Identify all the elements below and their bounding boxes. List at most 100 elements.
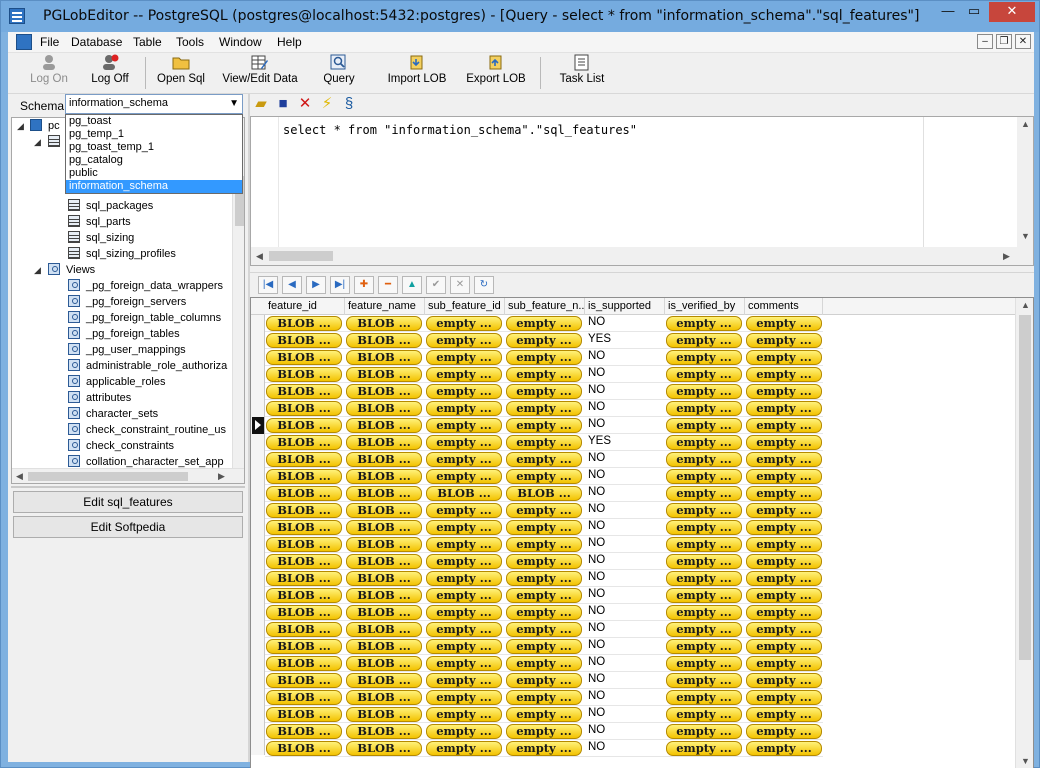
table-cell[interactable]: empty ... (505, 383, 585, 400)
table-row[interactable]: BLOB ... BLOB ... empty ... empty ... NO empt… (265, 706, 823, 723)
table-cell[interactable]: empty ... (665, 349, 745, 366)
schema-option-selected[interactable]: information_schema (66, 180, 242, 193)
lob-cell-button[interactable]: empty ... (506, 333, 582, 348)
lob-cell-button[interactable]: empty ... (666, 605, 742, 620)
table-cell[interactable]: BLOB ... (265, 451, 345, 468)
table-cell[interactable]: empty ... (505, 315, 585, 332)
table-cell[interactable]: BLOB ... (345, 689, 425, 706)
lob-cell-button[interactable]: BLOB ... (346, 707, 422, 722)
lob-cell-button[interactable]: BLOB ... (266, 690, 342, 705)
table-cell[interactable]: BLOB ... (345, 332, 425, 349)
lob-cell-button[interactable]: empty ... (426, 724, 502, 739)
lob-cell-button[interactable]: empty ... (666, 571, 742, 586)
editor-horizontal-scrollbar[interactable]: ◀ ▶ (251, 247, 1033, 265)
lob-cell-button[interactable]: empty ... (506, 639, 582, 654)
lob-cell-button[interactable]: BLOB ... (346, 469, 422, 484)
table-cell[interactable]: empty ... (665, 468, 745, 485)
schema-option[interactable]: pg_catalog (66, 154, 242, 167)
table-cell[interactable]: BLOB ... (345, 638, 425, 655)
table-cell[interactable]: empty ... (425, 315, 505, 332)
table-cell[interactable]: BLOB ... (265, 553, 345, 570)
table-cell[interactable]: YES (585, 434, 665, 451)
scroll-right-icon[interactable]: ▶ (1003, 251, 1010, 262)
lob-cell-button[interactable]: empty ... (426, 588, 502, 603)
table-cell[interactable]: BLOB ... (265, 672, 345, 689)
lob-cell-button[interactable]: empty ... (666, 707, 742, 722)
table-cell[interactable]: YES (585, 332, 665, 349)
table-cell[interactable]: BLOB ... (345, 485, 425, 502)
lob-cell-button[interactable]: BLOB ... (266, 316, 342, 331)
lob-cell-button[interactable]: empty ... (746, 435, 822, 450)
lob-cell-button[interactable]: empty ... (426, 639, 502, 654)
table-cell[interactable]: BLOB ... (265, 723, 345, 740)
lob-cell-button[interactable]: empty ... (506, 588, 582, 603)
table-row[interactable]: BLOB ... BLOB ... empty ... empty ... NO empt… (265, 638, 823, 655)
collapse-icon[interactable]: ◢ (17, 121, 24, 132)
lob-cell-button[interactable]: empty ... (746, 401, 822, 416)
lob-cell-button[interactable]: empty ... (506, 571, 582, 586)
tree-horizontal-scrollbar[interactable]: ◀ ▶ (12, 468, 244, 483)
lob-cell-button[interactable]: empty ... (426, 741, 502, 756)
lob-cell-button[interactable]: BLOB ... (266, 333, 342, 348)
lob-cell-button[interactable]: empty ... (506, 690, 582, 705)
table-cell[interactable]: empty ... (665, 383, 745, 400)
schema-select[interactable]: information_schema ▼ (65, 94, 243, 114)
table-row[interactable]: BLOB ... BLOB ... empty ... empty ... NO empt… (265, 655, 823, 672)
lob-cell-button[interactable]: empty ... (666, 384, 742, 399)
lob-cell-button[interactable]: empty ... (506, 537, 582, 552)
scroll-left-icon[interactable]: ◀ (256, 251, 263, 262)
table-cell[interactable]: empty ... (425, 672, 505, 689)
table-cell[interactable]: empty ... (745, 706, 823, 723)
insert-record-icon[interactable]: ✚ (354, 276, 374, 294)
lob-cell-button[interactable]: empty ... (506, 418, 582, 433)
table-cell[interactable]: empty ... (665, 519, 745, 536)
table-cell[interactable]: BLOB ... (345, 434, 425, 451)
table-cell[interactable]: BLOB ... (265, 434, 345, 451)
lob-cell-button[interactable]: empty ... (666, 316, 742, 331)
table-cell[interactable]: empty ... (425, 383, 505, 400)
lob-cell-button[interactable]: empty ... (506, 503, 582, 518)
table-cell[interactable]: empty ... (425, 519, 505, 536)
table-cell[interactable]: empty ... (665, 723, 745, 740)
table-cell[interactable]: empty ... (665, 332, 745, 349)
lob-cell-button[interactable]: empty ... (746, 639, 822, 654)
table-cell[interactable]: empty ... (665, 570, 745, 587)
table-cell[interactable]: BLOB ... (345, 621, 425, 638)
chevron-down-icon[interactable]: ▼ (229, 98, 239, 109)
collapse-icon[interactable]: ◢ (34, 265, 41, 276)
lob-cell-button[interactable]: BLOB ... (346, 656, 422, 671)
table-cell[interactable]: empty ... (745, 570, 823, 587)
table-cell[interactable]: BLOB ... (265, 468, 345, 485)
table-cell[interactable]: empty ... (425, 451, 505, 468)
lob-cell-button[interactable]: BLOB ... (266, 435, 342, 450)
table-row[interactable]: BLOB ... BLOB ... empty ... empty ... NO empt… (265, 587, 823, 604)
table-cell[interactable]: BLOB ... (265, 587, 345, 604)
close-button[interactable]: ✕ (989, 2, 1035, 22)
table-cell[interactable]: empty ... (745, 400, 823, 417)
table-cell[interactable]: empty ... (425, 553, 505, 570)
lob-cell-button[interactable]: empty ... (506, 469, 582, 484)
lob-cell-button[interactable]: BLOB ... (346, 418, 422, 433)
tree-table-item[interactable]: sql_sizing_profiles (68, 246, 176, 262)
table-row[interactable]: BLOB ... BLOB ... empty ... empty ... NO empt… (265, 621, 823, 638)
table-cell[interactable]: NO (585, 519, 665, 536)
lob-cell-button[interactable]: empty ... (746, 605, 822, 620)
table-cell[interactable]: empty ... (745, 502, 823, 519)
table-cell[interactable]: NO (585, 417, 665, 434)
lob-cell-button[interactable]: BLOB ... (346, 554, 422, 569)
lob-cell-button[interactable]: empty ... (506, 656, 582, 671)
table-row[interactable]: BLOB ... BLOB ... empty ... empty ... NO empt… (265, 553, 823, 570)
table-row[interactable]: BLOB ... BLOB ... empty ... empty ... NO empt… (265, 468, 823, 485)
lob-cell-button[interactable]: empty ... (506, 622, 582, 637)
lob-cell-button[interactable]: BLOB ... (346, 350, 422, 365)
lob-cell-button[interactable]: empty ... (426, 452, 502, 467)
table-cell[interactable]: empty ... (505, 536, 585, 553)
table-cell[interactable]: NO (585, 485, 665, 502)
lob-cell-button[interactable]: empty ... (666, 622, 742, 637)
table-cell[interactable]: empty ... (505, 502, 585, 519)
lob-cell-button[interactable]: empty ... (426, 673, 502, 688)
lob-cell-button[interactable]: empty ... (666, 639, 742, 654)
lob-cell-button[interactable]: empty ... (746, 741, 822, 756)
table-cell[interactable]: BLOB ... (345, 723, 425, 740)
menu-window[interactable]: Window (219, 35, 262, 49)
